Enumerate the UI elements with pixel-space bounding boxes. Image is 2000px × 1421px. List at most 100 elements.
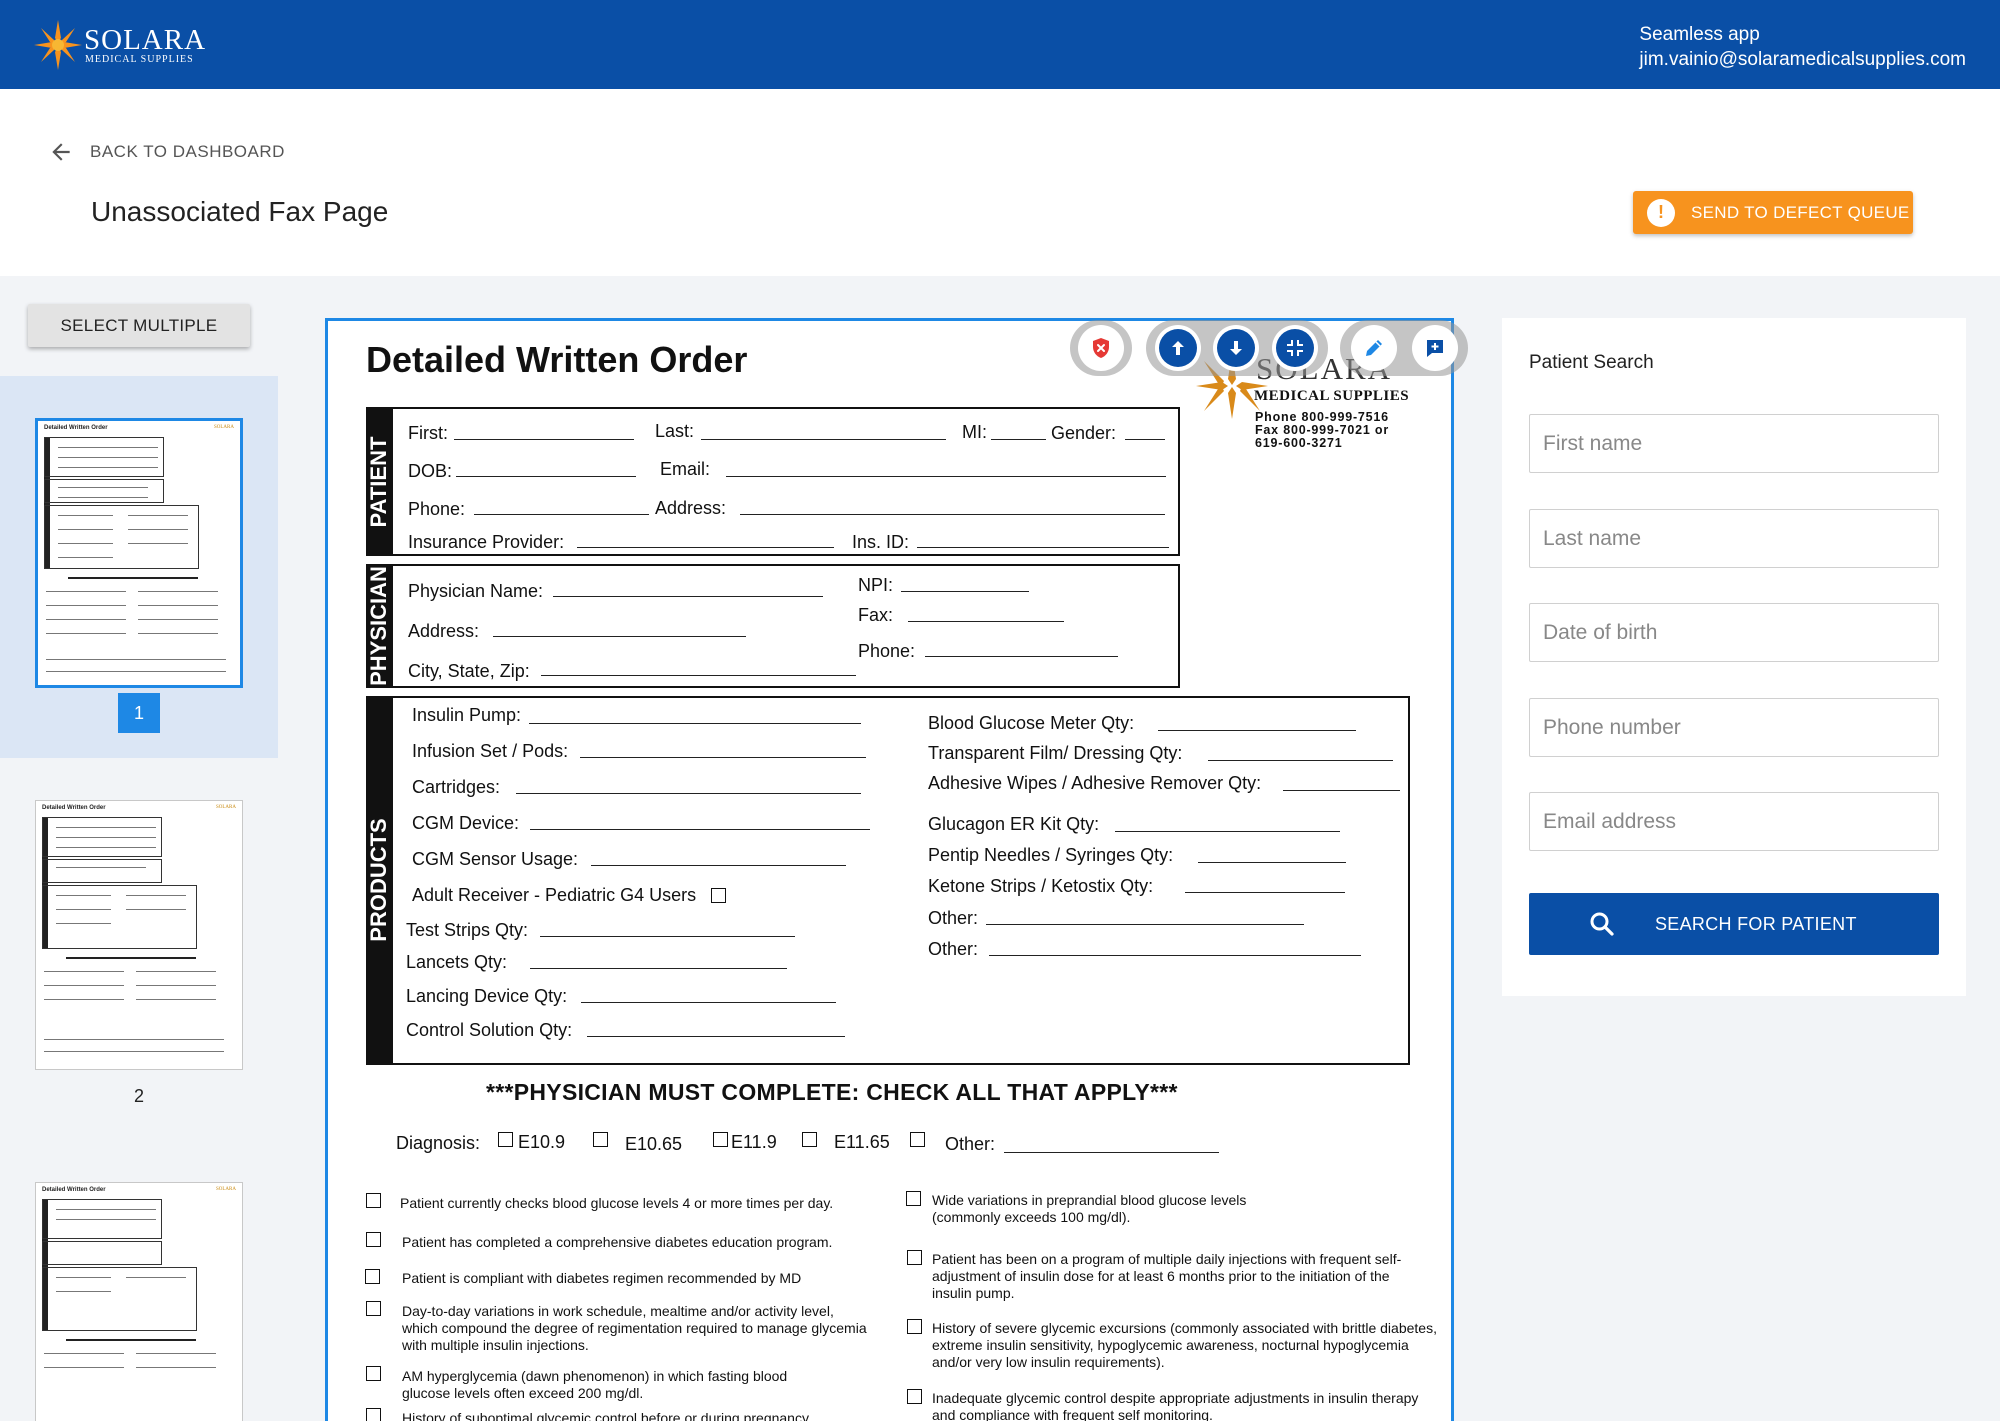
criteria-checkbox[interactable] (366, 1301, 381, 1316)
thumb-logo: SOLARA (215, 1187, 236, 1192)
search-icon (1590, 912, 1614, 936)
criteria-item: AM hyperglycemia (dawn phenomenon) in wh… (402, 1368, 788, 1401)
page-title: Unassociated Fax Page (91, 196, 389, 227)
user-info: Seamless app jim.vainio@solaramedicalsup… (1639, 22, 1966, 72)
collapse-view-button[interactable] (1272, 325, 1318, 371)
product-test-strips: Test Strips Qty: (406, 920, 529, 940)
page-thumbnail-3[interactable]: Detailed Written Order SOLARA (35, 1182, 243, 1421)
thumb-title: Detailed Written Order (42, 1187, 106, 1193)
diagnosis-e10-65-checkbox[interactable] (593, 1132, 608, 1147)
select-multiple-button[interactable]: SELECT MULTIPLE (28, 304, 250, 347)
diagnosis-e11-65-checkbox[interactable] (802, 1132, 817, 1147)
document-contact: Phone 800-999-7516 Fax 800-999-7021 or 6… (1255, 410, 1390, 450)
collapse-icon (1287, 340, 1303, 356)
field-city-state-zip: City, State, Zip: (408, 661, 530, 681)
move-page-up-button[interactable] (1155, 325, 1201, 371)
field-npi: NPI: (858, 575, 894, 595)
product-control-solution: Control Solution Qty: (406, 1020, 573, 1040)
solara-logo[interactable]: SOLARA MEDICAL SUPPLIES (32, 18, 205, 72)
top-app-bar: SOLARA MEDICAL SUPPLIES Seamless app jim… (0, 0, 2000, 89)
criteria-item: Patient has completed a comprehensive di… (402, 1234, 833, 1250)
product-cgm-sensor: CGM Sensor Usage: (412, 849, 579, 869)
thumb-logo: SOLARA (215, 805, 236, 810)
move-page-down-button[interactable] (1213, 325, 1259, 371)
diagnosis-other-checkbox[interactable] (910, 1132, 925, 1147)
search-button-label: SEARCH FOR PATIENT (1655, 913, 1857, 934)
field-phone: Phone: (408, 499, 466, 519)
diagnosis-e11-9-checkbox[interactable] (713, 1132, 728, 1147)
defect-button-label: SEND TO DEFECT QUEUE (1691, 202, 1910, 222)
page-thumbnail-1[interactable]: Detailed Written Order SOLARA (35, 418, 243, 688)
criteria-item: History of suboptimal glycemic control b… (402, 1410, 809, 1421)
field-address: Address: (655, 498, 727, 518)
products-section-label: PRODUCTS (366, 818, 391, 942)
email-address-input[interactable] (1529, 792, 1939, 851)
search-for-patient-button[interactable]: SEARCH FOR PATIENT (1529, 893, 1939, 955)
first-name-input[interactable] (1529, 414, 1939, 473)
field-dob: DOB: (408, 461, 453, 481)
phone-number-input[interactable] (1529, 698, 1939, 757)
adult-receiver-checkbox[interactable] (711, 888, 726, 903)
criteria-checkbox[interactable] (366, 1366, 381, 1381)
logo-sub-text: MEDICAL SUPPLIES (85, 54, 194, 65)
fax-document-viewer[interactable]: Detailed Written Order SOLARA MEDICAL SU… (325, 318, 1454, 1421)
sun-logo-icon (34, 20, 82, 70)
field-physician-address: Address: (408, 621, 480, 641)
field-insurance: Insurance Provider: (408, 532, 565, 552)
criteria-item: Day-to-day variations in work schedule, … (402, 1303, 867, 1353)
field-physician-name: Physician Name: (408, 581, 544, 601)
arrow-up-icon (1172, 341, 1184, 355)
diagnosis-label: Diagnosis: (396, 1133, 481, 1153)
pen-icon (1366, 340, 1382, 356)
diagnosis-code-e10-65: E10.65 (625, 1134, 683, 1154)
diagnosis-code-e11-65: E11.65 (834, 1132, 890, 1152)
criteria-checkbox[interactable] (907, 1389, 922, 1404)
field-ins-id: Ins. ID: (852, 532, 910, 552)
product-infusion-set: Infusion Set / Pods: (412, 741, 569, 761)
product-lancing-device: Lancing Device Qty: (406, 986, 568, 1006)
field-email: Email: (660, 459, 711, 479)
comment-plus-icon (1427, 340, 1443, 357)
patient-search-title: Patient Search (1529, 352, 1654, 373)
field-physician-fax: Fax: (858, 605, 894, 625)
patient-section-label: PATIENT (366, 436, 391, 528)
criteria-item: Wide variations in preprandial blood glu… (932, 1192, 1247, 1225)
criteria-checkbox[interactable] (907, 1250, 922, 1265)
physician-must-complete-heading: ***PHYSICIAN MUST COMPLETE: CHECK ALL TH… (486, 1079, 1178, 1105)
field-first: First: (408, 423, 448, 443)
user-email: jim.vainio@solaramedicalsupplies.com (1639, 49, 1966, 70)
diagnosis-code-e11-9: E11.9 (731, 1132, 777, 1152)
diagnosis-e10-9-checkbox[interactable] (498, 1132, 513, 1147)
product-pentip-needles: Pentip Needles / Syringes Qty: (928, 845, 1174, 865)
product-adult-receiver: Adult Receiver - Pediatric G4 Users (412, 885, 697, 905)
product-other-1: Other: (928, 908, 979, 928)
field-last: Last: (655, 421, 695, 441)
reject-page-button[interactable] (1078, 325, 1124, 371)
edit-page-button[interactable] (1351, 325, 1397, 371)
criteria-checkbox[interactable] (366, 1408, 381, 1421)
page-thumbnail-2[interactable]: Detailed Written Order SOLARA (35, 800, 243, 1070)
add-annotation-button[interactable] (1412, 325, 1458, 371)
last-name-input[interactable] (1529, 509, 1939, 568)
page-number-2[interactable]: 2 (118, 1076, 160, 1116)
date-of-birth-input[interactable] (1529, 603, 1939, 662)
criteria-checkbox[interactable] (366, 1193, 381, 1208)
thumb-title: Detailed Written Order (42, 805, 106, 811)
back-to-dashboard-link[interactable]: BACK TO DASHBOARD (48, 140, 285, 164)
criteria-item: Patient has been on a program of multipl… (932, 1251, 1402, 1301)
alert-icon: ! (1647, 198, 1675, 227)
thumb-logo: SOLARA (213, 425, 234, 430)
criteria-checkbox[interactable] (365, 1269, 380, 1284)
criteria-checkbox[interactable] (907, 1319, 922, 1334)
thumb-title: Detailed Written Order (44, 425, 108, 431)
document-logo-sub: MEDICAL SUPPLIES (1254, 388, 1410, 404)
send-to-defect-queue-button[interactable]: ! SEND TO DEFECT QUEUE (1633, 191, 1913, 234)
back-label: BACK TO DASHBOARD (90, 142, 285, 161)
criteria-checkbox[interactable] (906, 1191, 921, 1206)
criteria-checkbox[interactable] (366, 1232, 381, 1247)
arrow-down-icon (1230, 341, 1242, 355)
product-glucagon: Glucagon ER Kit Qty: (928, 814, 1100, 834)
page-number-1[interactable]: 1 (118, 693, 160, 733)
arrow-left-icon (52, 143, 70, 161)
diagnosis-code-e10-9: E10.9 (518, 1132, 566, 1152)
